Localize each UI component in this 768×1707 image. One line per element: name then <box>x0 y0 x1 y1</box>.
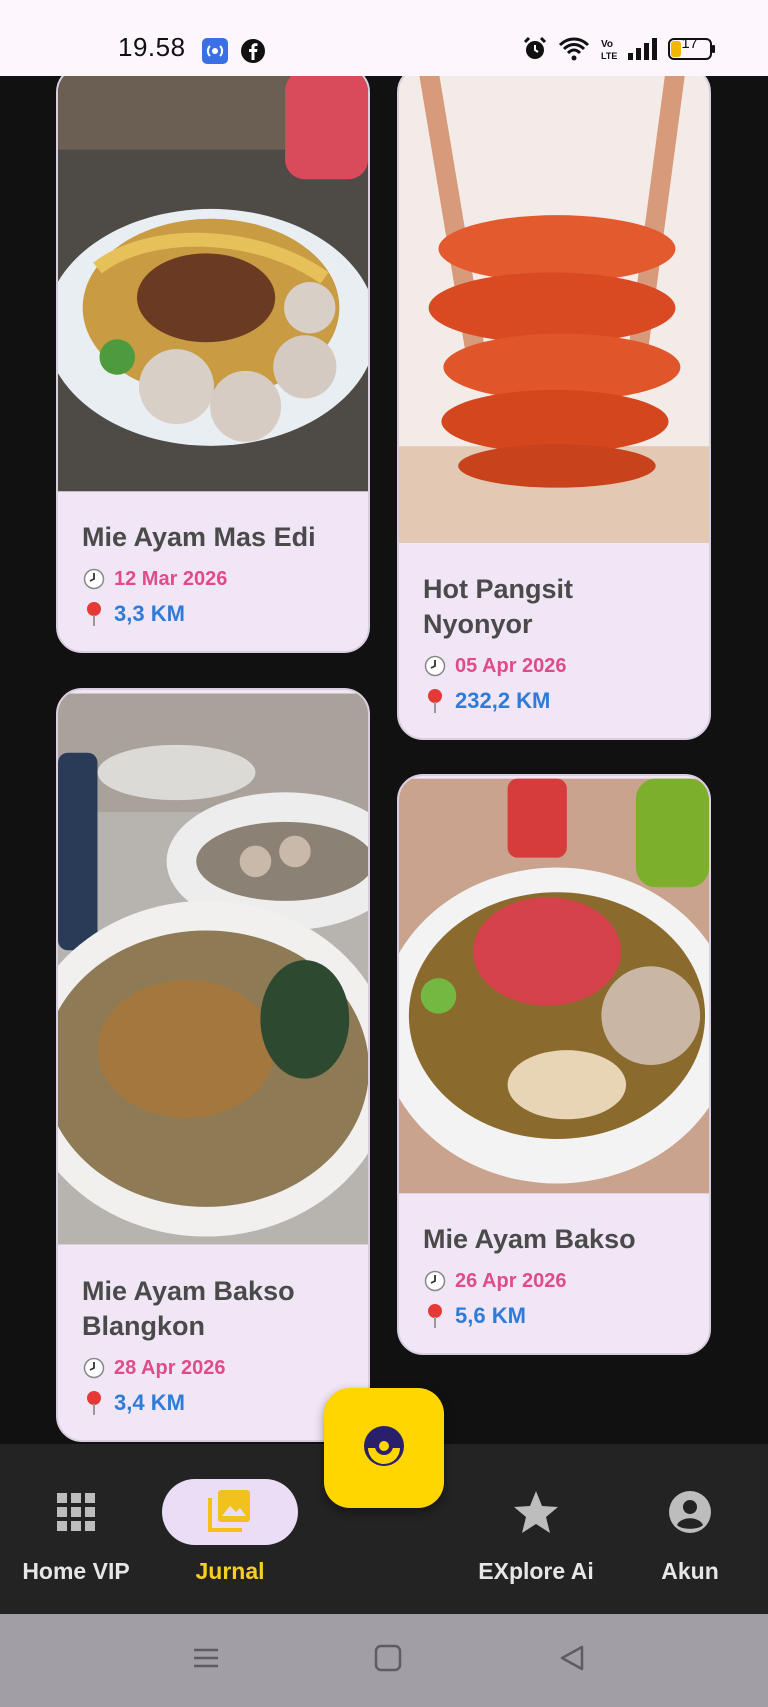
nav-label: EXplore Ai <box>478 1558 594 1584</box>
active-pill <box>162 1479 298 1545</box>
status-bar: 19.58 Vo LTE 17 <box>0 0 768 76</box>
clock-icon <box>82 567 106 591</box>
card-distance: 3,4 KM <box>114 1390 185 1415</box>
clock-icon <box>423 654 447 678</box>
pin-icon <box>82 602 106 626</box>
card-date: 26 Apr 2026 <box>455 1269 567 1292</box>
journal-card[interactable]: Hot Pangsit Nyonyor 05 Apr 2026 232,2 KM <box>397 76 711 740</box>
battery-level: 17 <box>681 35 698 52</box>
star-icon <box>513 1480 559 1544</box>
card-date: 05 Apr 2026 <box>455 654 567 677</box>
food-photo <box>58 76 368 492</box>
card-distance: 5,6 KM <box>455 1303 526 1328</box>
distance-row: 3,4 KM <box>82 1390 344 1416</box>
card-distance: 232,2 KM <box>455 688 551 713</box>
home-icon[interactable] <box>374 1644 402 1677</box>
journal-feed[interactable]: Mie Ayam Mas Edi 12 Mar 2026 3,3 KM Hot … <box>0 76 768 1444</box>
scan-fab-button[interactable] <box>324 1388 444 1508</box>
card-body: Mie Ayam Bakso 26 Apr 2026 5,6 KM <box>399 1196 709 1353</box>
system-navigation-bar <box>0 1614 768 1707</box>
svg-text:LTE: LTE <box>601 51 617 61</box>
date-row: 28 Apr 2026 <box>82 1356 344 1380</box>
card-date: 28 Apr 2026 <box>114 1356 226 1379</box>
nav-item-akun[interactable]: Akun <box>640 1444 740 1614</box>
facebook-icon <box>240 38 266 64</box>
svg-text:Vo: Vo <box>601 39 613 50</box>
status-time: 19.58 <box>118 32 186 62</box>
nav-label: Jurnal <box>195 1558 265 1584</box>
nav-label: Akun <box>661 1558 719 1584</box>
food-photo <box>399 76 709 543</box>
card-body: Hot Pangsit Nyonyor 05 Apr 2026 232,2 KM <box>399 546 709 738</box>
card-body: Mie Ayam Mas Edi 12 Mar 2026 3,3 KM <box>58 494 368 651</box>
volte-icon: Vo LTE <box>600 36 618 62</box>
card-date: 12 Mar 2026 <box>114 567 228 590</box>
signal-icon <box>628 38 658 60</box>
pokeball-icon <box>362 1424 406 1473</box>
card-distance: 3,3 KM <box>114 601 185 626</box>
status-left-icons <box>202 38 266 64</box>
clock-icon <box>82 1356 106 1380</box>
date-row: 12 Mar 2026 <box>82 567 344 591</box>
menu-icon[interactable] <box>192 1644 220 1677</box>
hotspot-icon <box>202 38 228 64</box>
nav-icon-wrap <box>162 1479 298 1545</box>
journal-card[interactable]: Mie Ayam Mas Edi 12 Mar 2026 3,3 KM <box>56 76 370 653</box>
nav-item-jurnal[interactable]: Jurnal <box>162 1444 298 1614</box>
distance-row: 3,3 KM <box>82 601 344 627</box>
journal-card[interactable]: Mie Ayam Bakso Blangkon 28 Apr 2026 3,4 … <box>56 688 370 1442</box>
account-icon <box>668 1480 712 1544</box>
pin-icon <box>423 689 447 713</box>
card-title: Mie Ayam Bakso Blangkon <box>82 1276 295 1341</box>
journal-card[interactable]: Mie Ayam Bakso 26 Apr 2026 5,6 KM <box>397 774 711 1355</box>
back-icon[interactable] <box>558 1644 586 1677</box>
gallery-icon <box>208 1488 252 1537</box>
card-title: Mie Ayam Mas Edi <box>82 522 316 552</box>
wifi-icon <box>558 37 590 61</box>
card-title: Mie Ayam Bakso <box>423 1224 636 1254</box>
date-row: 05 Apr 2026 <box>423 654 685 678</box>
food-photo <box>399 778 709 1194</box>
card-body: Mie Ayam Bakso Blangkon 28 Apr 2026 3,4 … <box>58 1248 368 1440</box>
alarm-icon <box>522 36 548 62</box>
nav-item-explore-ai[interactable]: EXplore Ai <box>466 1444 606 1614</box>
clock-icon <box>423 1269 447 1293</box>
distance-row: 232,2 KM <box>423 688 685 714</box>
status-right-icons: Vo LTE 17 <box>522 35 716 62</box>
grid-icon <box>57 1480 95 1544</box>
date-row: 26 Apr 2026 <box>423 1269 685 1293</box>
distance-row: 5,6 KM <box>423 1303 685 1329</box>
pin-icon <box>423 1304 447 1328</box>
card-title: Hot Pangsit Nyonyor <box>423 574 574 639</box>
pin-icon <box>82 1391 106 1415</box>
nav-item-home-vip[interactable]: Home VIP <box>0 1444 152 1614</box>
food-photo <box>58 693 368 1245</box>
nav-label: Home VIP <box>22 1558 130 1584</box>
